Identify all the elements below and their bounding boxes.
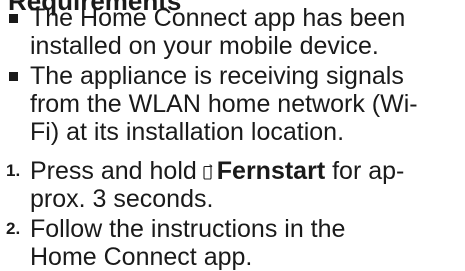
bullet-square-icon	[9, 14, 18, 23]
bullet-square-icon	[9, 72, 18, 81]
requirement-line: from the WLAN home network (Wi-	[30, 90, 418, 118]
requirement-line: installed on your mobile device.	[30, 32, 379, 60]
step-number: 1.	[6, 161, 21, 180]
fernstart-button-label: Fernstart	[216, 157, 326, 185]
step-line: Home Connect app.	[30, 243, 253, 271]
step-number: 2.	[6, 219, 21, 238]
step-line: prox. 3 seconds.	[30, 185, 214, 213]
step-line: Press and hold Fernstart for ap-	[30, 157, 404, 185]
step-line: Follow the instructions in the	[30, 215, 346, 243]
requirement-line: Fi) at its installation location.	[30, 118, 345, 146]
manual-page: Requirements The Home Connect app has be…	[0, 0, 465, 271]
remote-start-icon	[203, 158, 213, 180]
step-text: Press and hold	[30, 157, 197, 185]
requirement-line: The Home Connect app has been	[30, 4, 406, 32]
requirement-line: The appliance is receiving signals	[30, 62, 404, 90]
step-text: for ap-	[332, 157, 405, 185]
